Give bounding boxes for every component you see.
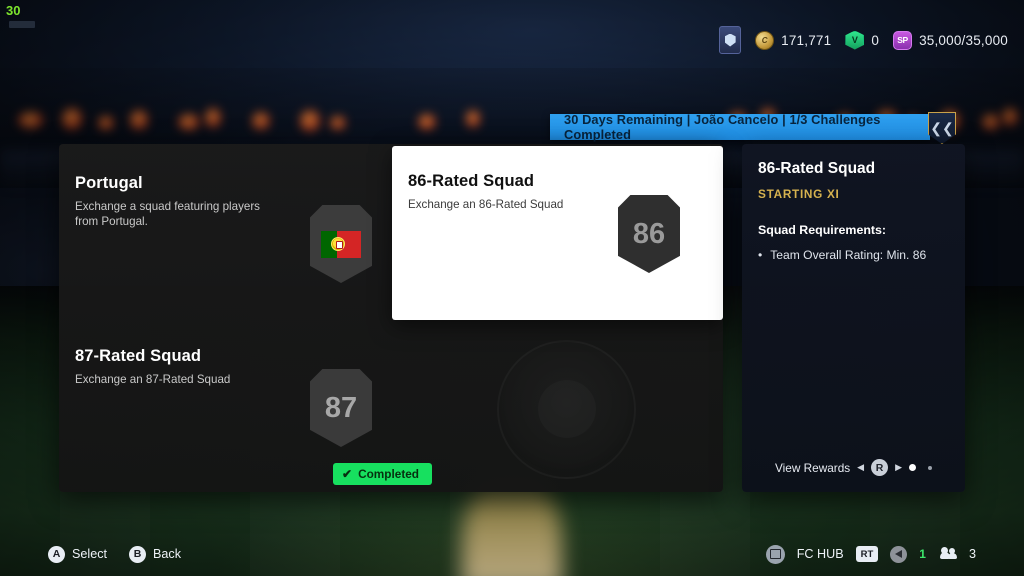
button-b-icon: B [129, 545, 147, 563]
party-people-icon [938, 547, 957, 561]
challenge-title: 87-Rated Squad [75, 347, 202, 365]
rt-trigger-icon: RT [855, 546, 879, 562]
requirements-header: Squad Requirements: [758, 223, 887, 237]
challenge-description: Exchange an 87-Rated Squad [75, 373, 231, 386]
challenge-description: Exchange an 86-Rated Squad [408, 198, 564, 211]
check-icon: ✔ [342, 467, 353, 481]
bullet-icon: • [758, 248, 763, 262]
action-back[interactable]: B Back [129, 545, 182, 563]
club-crest-icon[interactable] [719, 26, 742, 54]
rating-shield-icon: 86 [618, 195, 680, 273]
view-rewards-control[interactable]: View Rewards ◀ R ▶ [742, 459, 965, 476]
sp-icon: SP [893, 30, 913, 50]
page-dot[interactable] [928, 465, 933, 470]
fut-points-icon: V [845, 30, 865, 50]
fc-hub-icon[interactable] [765, 544, 785, 564]
button-a-icon: A [48, 545, 65, 563]
challenge-details-panel: 86-Rated Squad STARTING XI Squad Require… [742, 144, 965, 492]
challenge-title: 86-Rated Squad [408, 172, 535, 190]
coins-value: 171,771 [781, 32, 832, 48]
game-screen: 30 C 171,771 V 0 SP 35,000/35,000 30 Day… [0, 0, 1024, 576]
action-select-label: Select [72, 547, 108, 561]
view-rewards-label: View Rewards [774, 460, 851, 475]
details-title: 86-Rated Squad [758, 160, 876, 177]
rating-shield-icon: 87 [310, 369, 372, 447]
chevron-left-icon[interactable]: ◀ [857, 462, 864, 473]
requirement-item: • Team Overall Rating: Min. 86 [758, 248, 949, 263]
coin-icon: C [755, 30, 775, 50]
voice-count: 1 [919, 547, 926, 561]
challenge-title: Portugal [75, 174, 143, 192]
challenge-banner: 30 Days Remaining | João Cancelo | 1/3 C… [550, 112, 930, 142]
challenge-item-87-rated[interactable]: 87-Rated Squad Exchange an 87-Rated Squa… [75, 329, 405, 447]
fps-graph [9, 21, 35, 28]
party-count: 3 [968, 547, 976, 561]
status-badge-label: Completed [358, 467, 420, 481]
challenge-item-86-rated-selected[interactable]: 86-Rated Squad Exchange an 86-Rated Squa… [392, 146, 723, 320]
sp-value: 35,000/35,000 [919, 32, 1008, 48]
action-back-label: Back [153, 547, 182, 561]
points-balance: V 0 [845, 30, 880, 50]
details-subtitle: STARTING XI [758, 187, 840, 201]
action-select[interactable]: A Select [48, 545, 108, 563]
fps-counter: 30 [6, 3, 21, 18]
coins-balance: C 171,771 [755, 30, 832, 50]
speaker-icon[interactable] [890, 545, 908, 563]
fc-hub-label: FC HUB [796, 547, 844, 561]
challenge-description: Exchange a squad featuring players from … [75, 200, 260, 228]
club-crest-watermark [497, 340, 636, 479]
bottom-action-bar: A Select B Back FC HUB RT 1 3 [0, 532, 1024, 576]
top-hud: C 171,771 V 0 SP 35,000/35,000 [719, 26, 1008, 54]
portugal-flag-shield-icon [310, 205, 372, 283]
requirement-text: Team Overall Rating: Min. 86 [770, 248, 927, 262]
page-dot-active[interactable] [909, 464, 917, 471]
challenge-item-portugal[interactable]: Portugal Exchange a squad featuring play… [75, 156, 405, 283]
right-stick-icon[interactable]: R [871, 459, 889, 476]
chevron-right-icon[interactable]: ▶ [895, 462, 902, 473]
sp-balance: SP 35,000/35,000 [893, 30, 1008, 50]
status-badge-completed: ✔ Completed [333, 463, 433, 485]
points-value: 0 [871, 32, 880, 48]
